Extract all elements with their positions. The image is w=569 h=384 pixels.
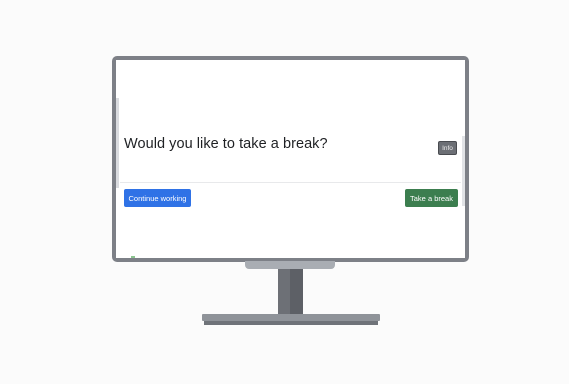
power-indicator bbox=[131, 256, 135, 258]
info-button[interactable]: Info bbox=[438, 141, 457, 155]
monitor-frame: Would you like to take a break? Info Con… bbox=[112, 56, 469, 262]
screen-edge-left bbox=[116, 98, 119, 188]
take-a-break-button[interactable]: Take a break bbox=[405, 189, 458, 207]
illustration-stage: Would you like to take a break? Info Con… bbox=[0, 0, 569, 384]
dialog-divider bbox=[120, 182, 461, 183]
monitor-stand-neck-shade bbox=[290, 269, 303, 314]
monitor-stand-collar bbox=[245, 261, 335, 269]
screen-scrollbar bbox=[462, 136, 465, 206]
monitor-stand-base-shadow bbox=[204, 321, 378, 325]
continue-working-button[interactable]: Continue working bbox=[124, 189, 191, 207]
monitor-stand-base bbox=[202, 314, 380, 321]
monitor-screen: Would you like to take a break? Info Con… bbox=[116, 60, 465, 258]
dialog-title: Would you like to take a break? bbox=[124, 136, 328, 152]
